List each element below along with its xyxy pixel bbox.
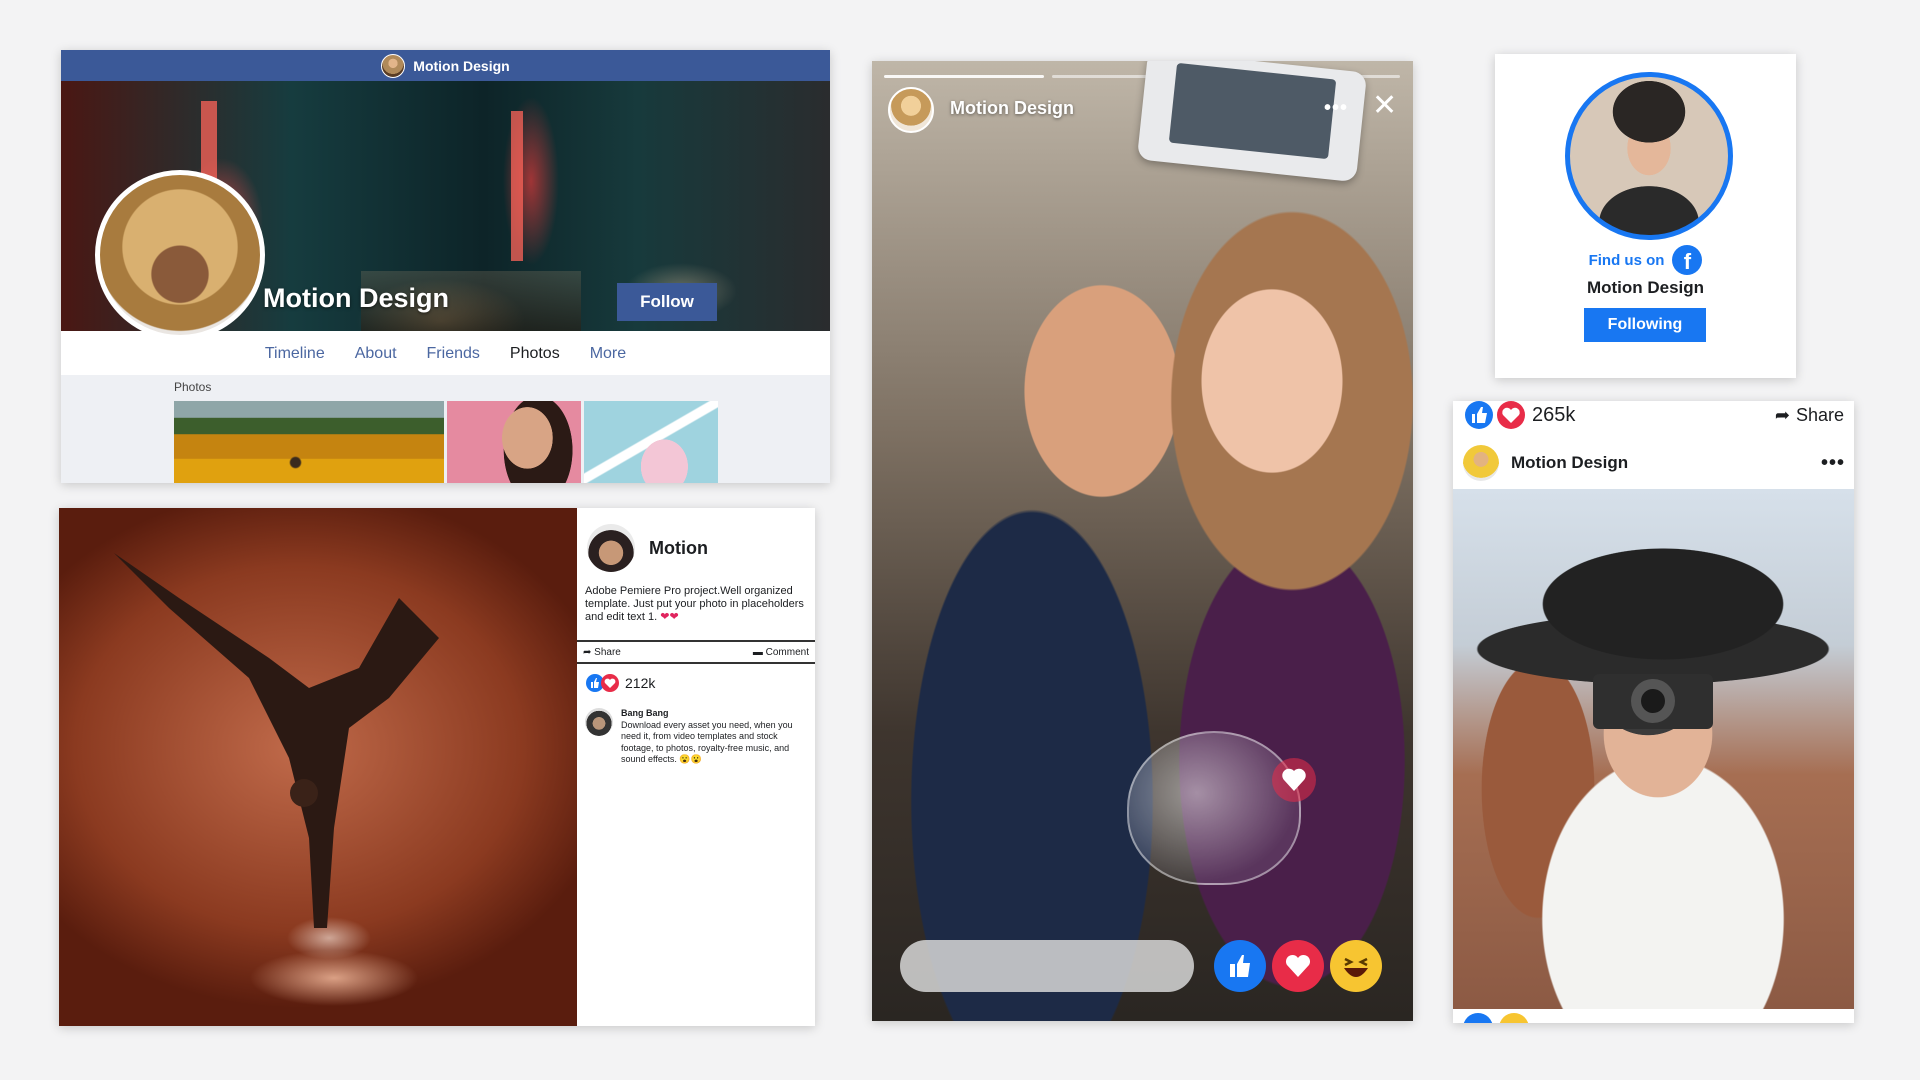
comment-body: Bang Bang Download every asset you need,… (621, 708, 806, 766)
profile-card: Motion Design Motion Design Follow Timel… (61, 50, 830, 483)
comment-icon: ▬ (752, 646, 763, 658)
love-reaction-button[interactable] (1272, 940, 1324, 992)
topbar-title: Motion Design (413, 57, 510, 74)
comment-action[interactable]: ▬ Comment (753, 647, 809, 658)
photo-post-header: Motion Design ••• (1463, 445, 1845, 481)
findus-name: Motion Design (1586, 278, 1705, 297)
like-reaction-button[interactable] (1214, 940, 1266, 992)
photo-thumbnail[interactable] (174, 401, 444, 483)
more-horizontal-icon[interactable]: ••• (1324, 97, 1348, 120)
commenter-name[interactable]: Bang Bang (621, 708, 806, 720)
like-love-icon[interactable] (1464, 401, 1528, 430)
commenter-avatar[interactable] (585, 708, 613, 736)
post-side-panel: Motion Adobe Pemiere Pro project.Well or… (577, 508, 815, 1026)
find-us-row: Find us on f (1495, 245, 1796, 275)
tab-friends[interactable]: Friends (427, 345, 480, 363)
profile-avatar[interactable] (95, 170, 265, 340)
comment-emoji: 😮😮 (679, 754, 702, 764)
post-header: Motion (587, 524, 708, 572)
following-button[interactable]: Following (1584, 308, 1706, 342)
share-action[interactable]: ➦ Share (1775, 405, 1844, 426)
wine-glass (1127, 731, 1301, 885)
reply-input[interactable] (900, 940, 1194, 992)
story-author[interactable]: Motion Design (950, 98, 1074, 119)
like-icon (1463, 1013, 1493, 1023)
post-description: Adobe Pemiere Pro project.Well organized… (585, 585, 810, 624)
tab-about[interactable]: About (355, 345, 397, 363)
find-us-text: Find us on (1588, 251, 1665, 269)
share-label: Share (594, 646, 621, 658)
tab-photos[interactable]: Photos (510, 345, 560, 363)
photo-author-avatar[interactable] (1463, 445, 1499, 481)
comment-text: Download every asset you need, when you … (621, 719, 793, 765)
reaction-count: 212k (625, 675, 656, 691)
like-icon (1230, 955, 1250, 977)
topbar-avatar (381, 53, 406, 78)
comment-label: Comment (765, 646, 809, 658)
neon-sign (511, 111, 523, 261)
photos-label: Photos (174, 380, 212, 394)
haha-reaction-button[interactable] (1330, 940, 1382, 992)
story-avatar[interactable] (888, 87, 934, 133)
laughing-face-icon (1344, 957, 1368, 977)
facebook-icon[interactable]: f (1672, 245, 1703, 275)
story-card: Motion Design ••• ✕ (872, 61, 1413, 1021)
share-icon: ➦ (583, 646, 592, 658)
post-card: Motion Adobe Pemiere Pro project.Well or… (59, 508, 815, 1026)
more-horizontal-icon[interactable]: ••• (1821, 452, 1845, 475)
camera-illustration (1593, 674, 1713, 729)
close-icon[interactable]: ✕ (1372, 91, 1397, 121)
findus-avatar[interactable] (1565, 72, 1733, 240)
heart-icon (1285, 954, 1311, 977)
photo-author-name[interactable]: Motion Design (1511, 453, 1628, 473)
bottom-reaction-icons (1463, 1013, 1529, 1023)
photo-post-image[interactable] (1453, 489, 1854, 1009)
photo-thumbnail[interactable] (584, 401, 718, 483)
share-label: Share (1795, 404, 1844, 425)
share-action[interactable]: ➦ Share (583, 647, 621, 658)
author-name[interactable]: Motion (649, 538, 708, 559)
share-icon: ➦ (1774, 404, 1790, 425)
reaction-summary[interactable]: 212k (585, 673, 655, 693)
post-actions: ➦ Share ▬ Comment (577, 640, 815, 664)
photo-thumbnail[interactable] (447, 401, 581, 483)
phone-in-photo (1136, 61, 1368, 183)
dancer-silhouette (114, 553, 439, 928)
reaction-stats-row: 265k ➦ Share (1464, 401, 1844, 429)
haha-icon (1499, 1013, 1529, 1023)
profile-name: Motion Design (263, 283, 449, 313)
post-image[interactable] (59, 508, 577, 1026)
find-us-card: Find us on f Motion Design Following (1495, 54, 1796, 378)
profile-top-bar: Motion Design (61, 50, 830, 81)
profile-tabs: Timeline About Friends Photos More (61, 333, 830, 375)
photo-reaction-count: 265k (1532, 403, 1576, 426)
tab-more[interactable]: More (590, 345, 626, 363)
story-progress-segment (884, 75, 1044, 78)
photos-section: Photos (61, 375, 830, 483)
description-text: Adobe Pemiere Pro project.Well organized… (585, 585, 804, 623)
like-love-icon (586, 674, 619, 692)
heart-emoji: ❤❤ (660, 611, 679, 623)
photo-post-card: 265k ➦ Share Motion Design ••• (1453, 401, 1854, 1023)
comment-item: Bang Bang Download every asset you need,… (585, 708, 806, 766)
author-avatar[interactable] (587, 524, 635, 572)
floating-heart-icon (1272, 758, 1316, 802)
follow-button[interactable]: Follow (617, 283, 717, 321)
tab-timeline[interactable]: Timeline (265, 345, 325, 363)
